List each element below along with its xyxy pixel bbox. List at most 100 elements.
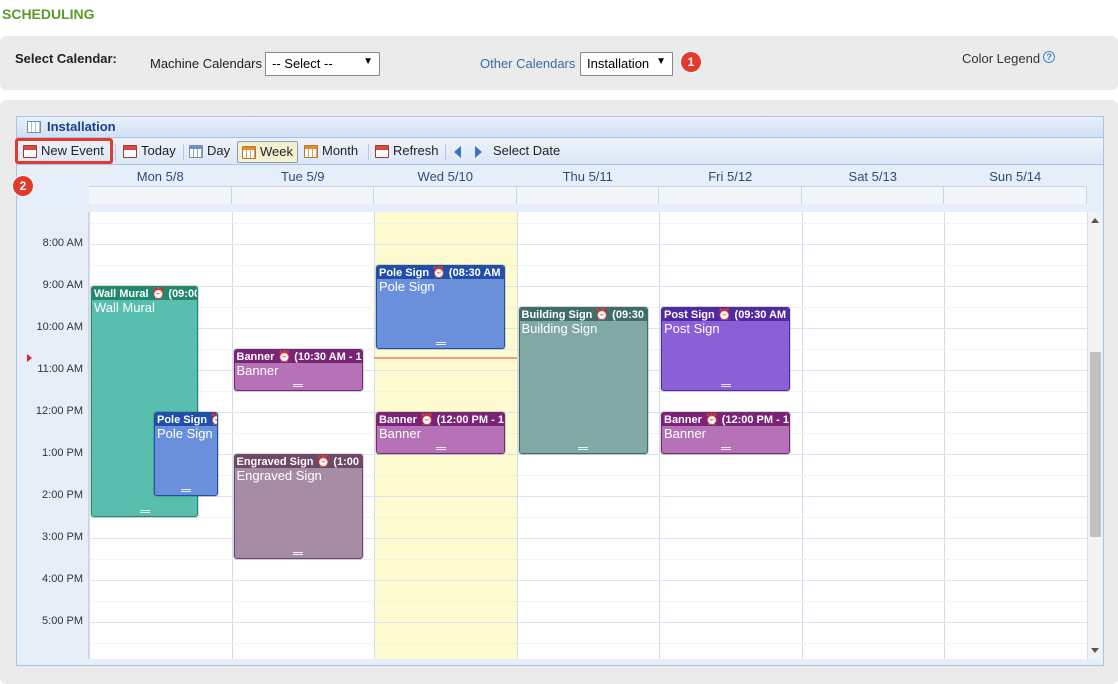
all-day-cell[interactable] — [231, 186, 374, 204]
time-label: 9:00 AM — [42, 279, 83, 291]
current-time-marker — [27, 354, 32, 363]
other-calendars-select[interactable]: Installation ▼ — [580, 52, 673, 76]
calendar-panel: Installation New Event Today Day Week Mo… — [0, 100, 1118, 684]
calendar-event[interactable]: Banner ⏰ (12:00 PM - 1 Banner — [376, 412, 505, 454]
toolbar-divider — [368, 144, 369, 160]
resize-handle-icon[interactable] — [435, 342, 446, 345]
new-event-button[interactable]: New Event — [15, 138, 113, 164]
other-calendars-label: Other Calendars — [480, 56, 576, 71]
callout-badge-2: 2 — [13, 176, 33, 196]
all-day-cell[interactable] — [89, 186, 232, 204]
day-header: Tue 5/9 — [280, 169, 325, 184]
all-day-cell[interactable] — [516, 186, 659, 204]
calendar-event[interactable]: Pole Sign ⏰Pole Sign — [154, 412, 218, 496]
day-header: Fri 5/12 — [708, 169, 753, 184]
calendar-frame: Installation New Event Today Day Week Mo… — [15, 116, 1104, 666]
calendar-event[interactable]: Banner ⏰ (10:30 AM - 1 Banner — [233, 349, 363, 391]
event-title: Banner — [664, 426, 706, 441]
today-button[interactable]: Today — [119, 141, 180, 163]
machine-calendars-label: Machine Calendars — [150, 56, 263, 71]
event-header: Building Sign ⏰ (09:30 — [519, 308, 647, 321]
time-label: 2:00 PM — [42, 489, 83, 501]
resize-handle-icon[interactable] — [578, 447, 588, 450]
scroll-up-icon[interactable] — [1091, 218, 1099, 223]
select-calendar-label: Select Calendar: — [15, 51, 117, 66]
resize-handle-icon[interactable] — [435, 447, 446, 450]
hour-gridline — [89, 622, 1087, 623]
toolbar-divider — [115, 144, 116, 160]
time-label: 11:00 AM — [37, 363, 83, 375]
resize-handle-icon[interactable] — [720, 447, 731, 450]
event-header: Wall Mural ⏰ (09:00 — [92, 287, 197, 300]
next-week-icon[interactable] — [475, 146, 482, 158]
resize-handle-icon[interactable] — [720, 384, 731, 387]
resize-handle-icon[interactable] — [293, 384, 303, 387]
week-grid[interactable]: 7:00 AM8:00 AM9:00 AM10:00 AM11:00 AM12:… — [25, 212, 1087, 659]
time-label: 8:00 AM — [42, 237, 83, 249]
event-title: Pole Sign — [379, 279, 435, 294]
day-column[interactable] — [944, 212, 1087, 659]
time-label: 3:00 PM — [42, 531, 83, 543]
time-label: 5:00 PM — [42, 615, 83, 627]
calendar-event[interactable]: Building Sign ⏰ (09:30 Building Sign — [518, 307, 648, 454]
week-view-button[interactable]: Week — [237, 141, 298, 163]
event-header: Pole Sign ⏰ (08:30 AM - — [377, 266, 504, 279]
toolbar-divider — [445, 144, 446, 160]
event-header: Banner ⏰ (10:30 AM - 1 — [234, 350, 362, 363]
refresh-label: Refresh — [393, 143, 439, 158]
dropdown-arrow-icon: ▼ — [656, 56, 666, 67]
select-date-button[interactable]: Select Date — [493, 143, 560, 158]
highlight-box — [15, 138, 113, 164]
time-label: 10:00 AM — [36, 321, 83, 333]
resize-handle-icon[interactable] — [181, 489, 191, 492]
vertical-scrollbar[interactable] — [1087, 212, 1102, 659]
color-legend[interactable]: Color Legend? — [962, 51, 1056, 66]
calendar-event[interactable]: Post Sign ⏰ (09:30 AM - Post Sign — [661, 307, 790, 391]
event-header: Post Sign ⏰ (09:30 AM - — [662, 308, 789, 321]
day-header: Thu 5/11 — [562, 169, 613, 184]
resize-handle-icon[interactable] — [293, 552, 303, 555]
half-hour-gridline — [89, 601, 1087, 602]
time-column: 7:00 AM8:00 AM9:00 AM10:00 AM11:00 AM12:… — [25, 212, 89, 659]
help-icon[interactable]: ? — [1043, 51, 1056, 63]
day-header: Sun 5/14 — [989, 169, 1042, 184]
hour-gridline — [89, 580, 1087, 581]
day-column[interactable] — [231, 212, 375, 659]
day-view-button[interactable]: Day — [185, 141, 234, 163]
event-title: Wall Mural — [94, 300, 155, 315]
event-title: Pole Sign — [157, 426, 213, 441]
today-label: Today — [141, 143, 176, 158]
day-column[interactable] — [801, 212, 945, 659]
month-view-button[interactable]: Month — [300, 141, 362, 163]
day-header: Mon 5/8 — [136, 169, 184, 184]
all-day-cell[interactable] — [659, 186, 802, 204]
calendar-toolbar: New Event Today Day Week Month Refresh S… — [15, 138, 1103, 165]
time-label: 4:00 PM — [42, 573, 83, 585]
hour-gridline — [89, 244, 1087, 245]
event-title: Banner — [236, 363, 279, 378]
calendar-event[interactable]: Engraved Sign ⏰ (1:00 Engraved Sign — [233, 454, 363, 559]
previous-week-icon[interactable] — [454, 146, 461, 158]
scroll-down-icon[interactable] — [1091, 648, 1099, 653]
calendar-grid-icon — [27, 121, 41, 133]
all-day-cell[interactable] — [374, 186, 517, 204]
time-label: 12:00 PM — [35, 405, 83, 417]
scrollbar-thumb[interactable] — [1090, 352, 1101, 537]
refresh-button[interactable]: Refresh — [371, 141, 443, 163]
day-header: Sat 5/13 — [848, 169, 897, 184]
calendar-event[interactable]: Pole Sign ⏰ (08:30 AM - Pole Sign — [376, 265, 505, 349]
all-day-cell[interactable] — [801, 186, 944, 204]
event-header: Pole Sign ⏰ — [155, 413, 217, 426]
event-header: Engraved Sign ⏰ (1:00 — [234, 455, 362, 468]
half-hour-gridline — [89, 265, 1087, 266]
machine-calendars-select[interactable]: -- Select -- ▼ — [265, 52, 380, 76]
callout-badge-1: 1 — [681, 52, 701, 72]
resize-handle-icon[interactable] — [139, 510, 150, 513]
event-title: Banner — [379, 426, 421, 441]
calendar-selector-panel: Select Calendar: Machine Calendars -- Se… — [0, 36, 1118, 90]
current-time-line — [374, 357, 517, 360]
day-headers: Mon 5/8 Tue 5/9 Wed 5/10 Thu 5/11 Fri 5/12 Sa… — [17, 166, 1103, 186]
calendar-event[interactable]: Banner ⏰ (12:00 PM - 1 Banner — [661, 412, 790, 454]
event-header: Banner ⏰ (12:00 PM - 1 — [377, 413, 504, 426]
all-day-cell[interactable] — [944, 186, 1087, 204]
